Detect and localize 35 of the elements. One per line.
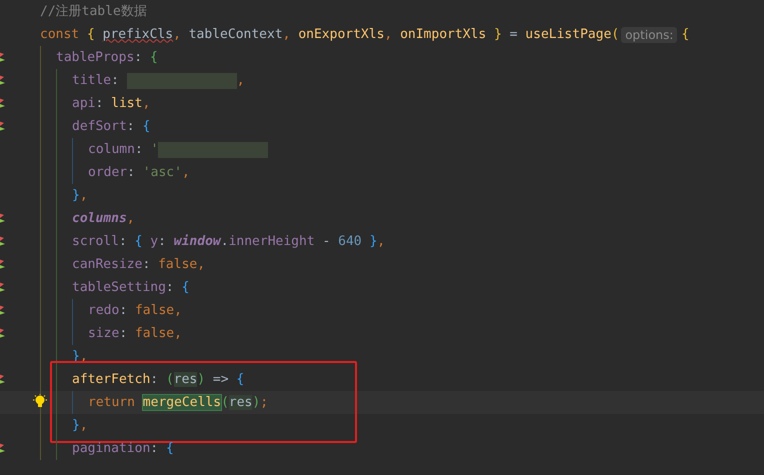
code-text: column: ' — [88, 140, 158, 158]
code-text: redo: false, — [88, 302, 182, 320]
gutter-marker-icon[interactable] — [0, 97, 6, 109]
code-text: title: — [72, 72, 120, 90]
code-text: columns, — [72, 210, 135, 228]
gutter-marker-icon[interactable] — [0, 442, 6, 454]
gutter-marker-icon[interactable] — [0, 258, 6, 270]
code-text: api: list, — [72, 94, 150, 112]
code-text: { — [681, 26, 690, 44]
code-text: }, — [72, 186, 88, 204]
code-text: size: false, — [88, 324, 182, 342]
code-text: tableProps: { — [56, 48, 158, 66]
code-text: return mergeCells(res); — [88, 394, 268, 412]
code-text: pagination: { — [72, 440, 174, 458]
gutter-marker-icon[interactable] — [0, 74, 6, 86]
code-text: afterFetch: (res) => { — [72, 370, 244, 388]
gutter-marker-icon[interactable] — [0, 212, 6, 224]
gutter-marker-icon[interactable] — [0, 304, 6, 316]
code-comment: //注册table数据 — [40, 2, 147, 20]
code-text: tableSetting: { — [72, 278, 190, 296]
lightbulb-icon[interactable] — [33, 394, 47, 410]
code-text: const { prefixCls, tableContext, onExportXls, onImportXls } = useListPage( — [40, 26, 620, 44]
gutter-marker-icon[interactable] — [0, 120, 6, 132]
gutter-marker-icon[interactable] — [0, 327, 6, 339]
gutter-marker-icon[interactable] — [0, 51, 6, 63]
code-text: scroll: { y: window.innerHeight - 640 }, — [72, 232, 386, 250]
gutter-marker-icon[interactable] — [0, 281, 6, 293]
gutter-marker-icon[interactable] — [0, 373, 6, 385]
parameter-hint: options: — [621, 26, 678, 42]
gutter-marker-icon[interactable] — [0, 235, 6, 247]
code-text: defSort: { — [72, 118, 150, 136]
code-text: , — [236, 72, 245, 90]
code-text: canResize: false, — [72, 256, 206, 274]
code-text: order: 'asc', — [88, 164, 190, 182]
code-text: }, — [72, 416, 88, 434]
